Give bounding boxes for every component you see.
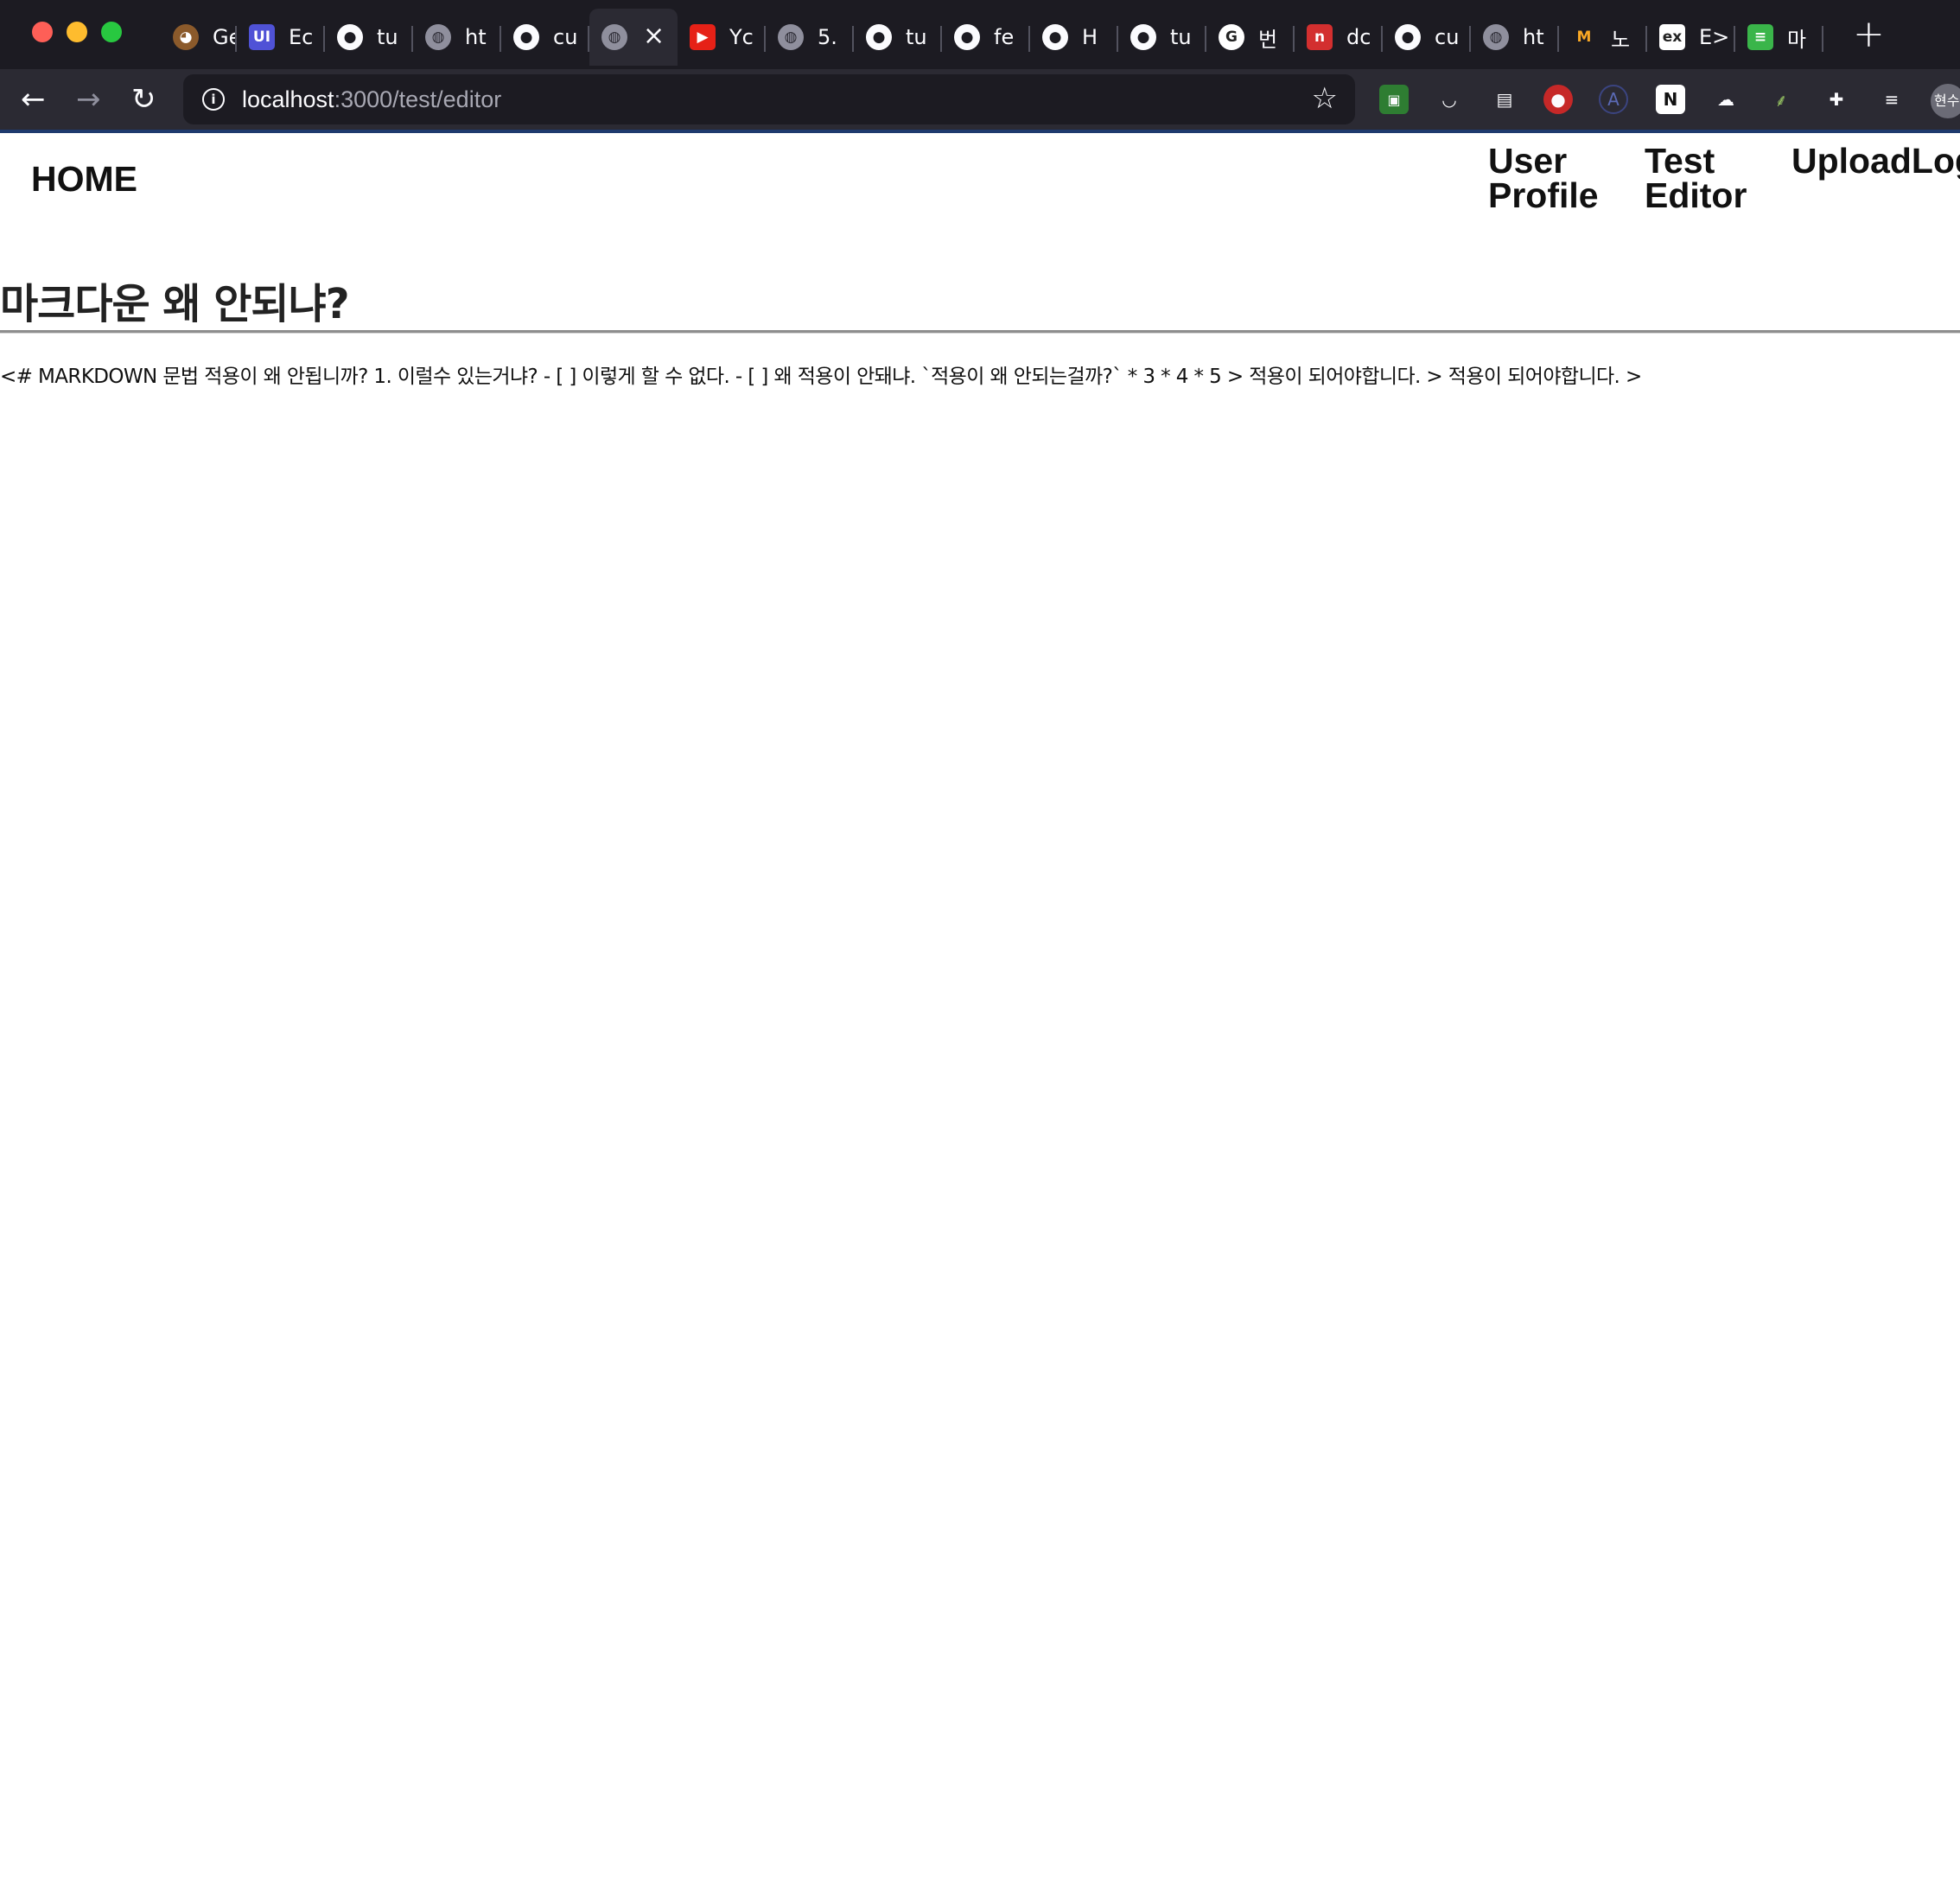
puzzle-extensions-icon[interactable]: ✚ bbox=[1822, 85, 1851, 114]
mcdonalds-icon: M bbox=[1571, 24, 1597, 50]
ex-icon: ex bbox=[1659, 24, 1685, 50]
nav-user-profile-line1: User bbox=[1488, 141, 1568, 181]
tab-title: tu bbox=[906, 25, 927, 49]
google-icon: G bbox=[1219, 24, 1244, 50]
globe-icon: ◍ bbox=[425, 24, 451, 50]
forward-arrow-icon[interactable]: → bbox=[76, 78, 101, 121]
browser-tab[interactable]: ◕ Ge bbox=[161, 9, 237, 66]
pocket-icon[interactable]: ◡ bbox=[1435, 85, 1464, 114]
browser-tab[interactable]: ● fe bbox=[942, 9, 1030, 66]
github-icon: ● bbox=[1042, 24, 1068, 50]
browser-tab[interactable]: ◍ 5. bbox=[766, 9, 854, 66]
post-title: 마크다운 왜 안되냐? bbox=[0, 280, 350, 328]
browser-tab[interactable]: ◍ ht bbox=[413, 9, 501, 66]
browser-tab[interactable]: ◍ ht bbox=[1471, 9, 1559, 66]
tab-title: ht bbox=[1523, 25, 1544, 49]
tab-title: 번 bbox=[1258, 27, 1278, 52]
new-tab-button[interactable]: + bbox=[1853, 12, 1885, 56]
nav-test-editor-line2: Editor bbox=[1645, 175, 1747, 215]
browser-tab[interactable]: n dc bbox=[1295, 9, 1383, 66]
browser-tab[interactable]: ● tu bbox=[1118, 9, 1206, 66]
nav-test-editor-line1: Test bbox=[1645, 141, 1715, 181]
bookmark-star-icon[interactable]: ☆ bbox=[1312, 81, 1338, 116]
tab-title: Yc bbox=[729, 25, 754, 49]
browser-tab[interactable]: ● cu bbox=[1383, 9, 1471, 66]
browser-tab[interactable]: ◍ × bbox=[589, 9, 678, 66]
zoom-window-button[interactable] bbox=[101, 22, 122, 42]
pug-icon: ◕ bbox=[173, 24, 199, 50]
tab-title: ht bbox=[465, 25, 487, 49]
info-icon[interactable]: i bbox=[202, 88, 225, 111]
url-bar[interactable]: i localhost:3000/test/editor ☆ bbox=[183, 74, 1355, 124]
github-icon: ● bbox=[1130, 24, 1156, 50]
url-text[interactable]: localhost:3000/test/editor bbox=[242, 85, 501, 114]
back-arrow-icon[interactable]: ← bbox=[21, 78, 46, 121]
media-list-icon[interactable]: ≡ bbox=[1877, 85, 1906, 114]
browser-tab[interactable]: ▶ Yc bbox=[678, 9, 766, 66]
browser-tab[interactable]: ● H bbox=[1030, 9, 1118, 66]
notion-icon[interactable]: N bbox=[1656, 85, 1685, 114]
nav-user-profile-line2: Profile bbox=[1488, 175, 1599, 215]
tab-title: Ge bbox=[213, 25, 237, 49]
tab-title: 5. bbox=[818, 25, 837, 49]
tab-title: tu bbox=[1170, 25, 1192, 49]
printer-icon[interactable]: ▤ bbox=[1490, 85, 1519, 114]
tab-list: ◕ Ge UI Ec ● tu ◍ ht ● cu ◍ × ▶ Yc ◍ 5. ● tu ● fe ● H ● tu G 번 n dc… bbox=[161, 9, 1823, 66]
browser-tab[interactable]: ex E> bbox=[1647, 9, 1735, 66]
chat-icon: ≡ bbox=[1747, 24, 1773, 50]
close-window-button[interactable] bbox=[32, 22, 53, 42]
url-path: :3000/test/editor bbox=[334, 86, 502, 112]
tab-title: fe bbox=[994, 25, 1015, 49]
tab-title: 마 bbox=[1787, 27, 1807, 52]
tab-title: cu bbox=[1435, 25, 1460, 49]
tab-title: E> bbox=[1699, 25, 1730, 49]
plant-icon[interactable]: ⸙ bbox=[1766, 85, 1796, 114]
title-divider bbox=[0, 330, 1960, 334]
page-content: HOME User Profile Test Editor UploadLogo… bbox=[0, 133, 1960, 1889]
browser-toolbar: ← → ↻ i localhost:3000/test/editor ☆ ▣ ◡… bbox=[0, 69, 1960, 130]
browser-tab[interactable]: ≡ 마 bbox=[1735, 9, 1823, 66]
browser-tab[interactable]: UI Ec bbox=[237, 9, 325, 66]
extension-red-icon[interactable]: ● bbox=[1543, 85, 1573, 114]
reload-icon[interactable]: ↻ bbox=[131, 78, 156, 121]
browser-tab[interactable]: G번 bbox=[1206, 9, 1295, 66]
tab-title: cu bbox=[553, 25, 578, 49]
globe-icon: ◍ bbox=[601, 24, 627, 50]
tab-title: 노 bbox=[1611, 27, 1631, 52]
github-icon: ● bbox=[1395, 24, 1421, 50]
globe-icon: ◍ bbox=[1483, 24, 1509, 50]
youtube-icon: ▶ bbox=[690, 24, 716, 50]
github-icon: ● bbox=[866, 24, 892, 50]
browser-tab[interactable]: M노 bbox=[1559, 9, 1647, 66]
cloud-icon[interactable]: ☁ bbox=[1711, 85, 1740, 114]
extension-a-icon[interactable]: A bbox=[1599, 85, 1628, 114]
browser-tab-strip: ◕ Ge UI Ec ● tu ◍ ht ● cu ◍ × ▶ Yc ◍ 5. ● tu ● fe ● H ● tu G 번 n dc… bbox=[0, 0, 1960, 69]
profile-avatar[interactable]: 현수 bbox=[1931, 84, 1960, 118]
ui-icon: UI bbox=[249, 24, 275, 50]
tab-title: Ec bbox=[289, 25, 314, 49]
browser-tab[interactable]: ● cu bbox=[501, 9, 589, 66]
github-icon: ● bbox=[954, 24, 980, 50]
tab-title: H bbox=[1082, 25, 1098, 49]
close-tab-icon[interactable]: × bbox=[643, 21, 665, 51]
post-body: <# MARKDOWN 문법 적용이 왜 안됩니까? 1. 이럴수 있는거냐? … bbox=[0, 366, 1642, 388]
minimize-window-button[interactable] bbox=[67, 22, 87, 42]
url-host: localhost bbox=[242, 86, 334, 112]
extension-green-icon[interactable]: ▣ bbox=[1379, 85, 1409, 114]
browser-tab[interactable]: ● tu bbox=[325, 9, 413, 66]
globe-icon: ◍ bbox=[778, 24, 804, 50]
nav-test-editor-link[interactable]: Test Editor bbox=[1645, 143, 1747, 213]
tab-title: dc bbox=[1346, 25, 1371, 49]
github-icon: ● bbox=[513, 24, 539, 50]
nav-user-profile-link[interactable]: User Profile bbox=[1488, 143, 1599, 213]
github-icon: ● bbox=[337, 24, 363, 50]
nav-upload-logo-link[interactable]: UploadLogo bbox=[1791, 143, 1960, 179]
notion-red-icon: n bbox=[1307, 24, 1333, 50]
nav-home-link[interactable]: HOME bbox=[31, 159, 137, 200]
tab-title: tu bbox=[377, 25, 398, 49]
browser-tab[interactable]: ● tu bbox=[854, 9, 942, 66]
